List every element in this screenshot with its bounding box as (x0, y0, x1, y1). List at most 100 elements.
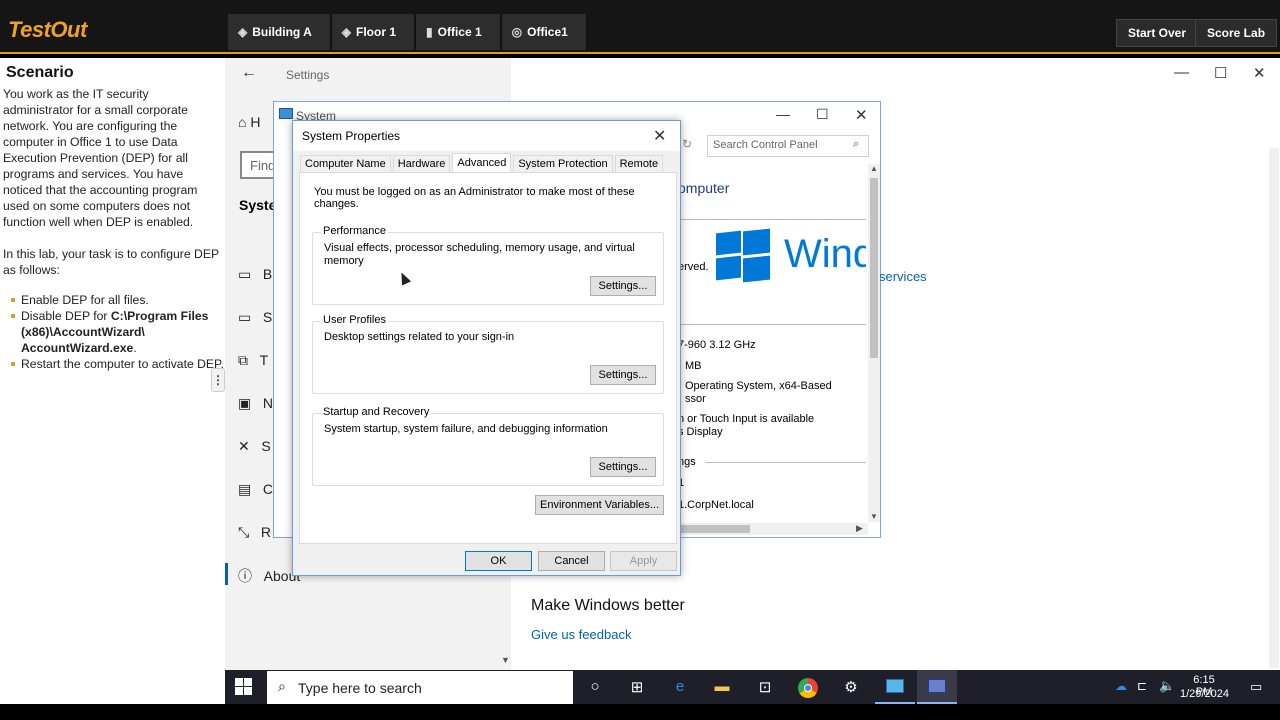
network-icon[interactable]: ⊏ (1137, 679, 1147, 693)
tab-system-protection[interactable]: System Protection (513, 155, 613, 173)
task-view-icon[interactable]: ⊞ (626, 678, 648, 698)
startup-recovery-label: Startup and Recovery (321, 406, 432, 418)
active-indicator (225, 563, 228, 585)
scenario-heading: Scenario (6, 64, 74, 81)
vertical-scrollbar[interactable]: ▲ ▼ (868, 164, 880, 522)
computer-icon: ◎ (511, 25, 523, 39)
system-heading: Syste (239, 197, 277, 213)
scroll-right-icon[interactable]: ▶ (856, 523, 863, 534)
crumb-floor[interactable]: ◈ Floor 1 (331, 14, 417, 50)
system-type-value: Operating System, x64-Based (685, 380, 832, 392)
task-list: Enable DEP for all files. Disable DEP fo… (3, 292, 225, 372)
store-icon[interactable]: ⊡ (754, 678, 776, 698)
crumb-computer[interactable]: ◎ Office1 (501, 14, 588, 50)
clipboard-icon: ▤ (238, 481, 252, 497)
info-icon: ⓘ (238, 568, 252, 584)
start-icon[interactable] (235, 678, 253, 696)
scroll-thumb[interactable] (678, 525, 750, 533)
system-control-panel-taskbar-button[interactable] (875, 670, 915, 704)
edge-icon[interactable]: e (669, 678, 691, 698)
task-item: Restart the computer to activate DEP. (11, 356, 225, 372)
score-lab-button[interactable]: Score Lab (1195, 19, 1278, 47)
dialog-tabs: Computer Name Hardware Advanced System P… (300, 153, 665, 173)
panel-resize-handle[interactable]: ⋮ (211, 368, 225, 392)
search-icon: ⌕ (853, 138, 860, 150)
startup-recovery-settings-button[interactable]: Settings... (590, 457, 656, 477)
ok-button[interactable]: OK (465, 551, 532, 571)
scroll-down-icon[interactable]: ▼ (501, 655, 510, 665)
home-icon[interactable]: ⌂ H (238, 114, 260, 130)
settings-title: Settings (286, 68, 330, 82)
scroll-thumb[interactable] (870, 178, 878, 358)
admin-notice: You must be logged on as an Administrato… (314, 186, 635, 210)
pen-touch-value: n or Touch Input is available (678, 413, 815, 425)
settings-gear-icon[interactable]: ⚙ (840, 678, 862, 698)
processor-value: 7-960 3.12 GHz (678, 339, 756, 351)
tab-hardware[interactable]: Hardware (392, 155, 451, 173)
scroll-up-icon[interactable]: ▲ (870, 164, 878, 173)
cortana-icon[interactable]: ○ (584, 678, 606, 698)
sidebar-item-display[interactable]: ▭ B (238, 266, 272, 283)
share-icon: ✕ (238, 438, 250, 454)
system-type-value-2: ssor (685, 393, 706, 405)
make-windows-better-heading: Make Windows better (531, 597, 685, 614)
back-arrow-icon[interactable]: ← (241, 64, 257, 82)
close-icon[interactable]: ✕ (855, 106, 868, 124)
door-icon: ▮ (426, 25, 433, 39)
crumb-office[interactable]: ▮ Office 1 (416, 14, 502, 50)
sidebar-item-notifications[interactable]: ▣ N (238, 395, 273, 412)
scroll-down-icon[interactable]: ▼ (870, 512, 878, 521)
notification-icon[interactable]: ▭ (1250, 679, 1262, 695)
search-control-panel-input[interactable]: Search Control Panel (707, 135, 869, 157)
close-icon[interactable]: ✕ (653, 126, 666, 146)
maximize-icon[interactable]: ☐ (1214, 64, 1227, 82)
scenario-intro: You work as the IT security administrato… (3, 87, 198, 229)
support-services-link[interactable]: services (879, 269, 927, 284)
startup-recovery-description: System startup, system failure, and debu… (324, 423, 608, 435)
minimize-icon[interactable]: — (1174, 64, 1189, 81)
user-profiles-settings-button[interactable]: Settings... (590, 365, 656, 385)
taskbar-search-input[interactable]: Type here to search (267, 671, 573, 704)
chrome-icon[interactable] (798, 678, 818, 698)
crumb-building[interactable]: ◈ Building A (228, 14, 332, 50)
breadcrumb: ◈ Building A ◈ Floor 1 ▮ Office 1 ◎ Office1 (228, 14, 588, 50)
scrollbar[interactable] (1269, 148, 1279, 668)
volume-icon[interactable]: 🔈 (1159, 678, 1175, 694)
sidebar-item-tablet[interactable]: ⧉ T (238, 352, 268, 369)
environment-variables-button[interactable]: Environment Variables... (535, 495, 664, 515)
performance-group: Performance Visual effects, processor sc… (312, 225, 664, 305)
dialog-title: System Properties (302, 129, 401, 143)
performance-settings-button[interactable]: Settings... (590, 276, 656, 296)
tab-advanced[interactable]: Advanced (452, 153, 512, 173)
minimize-icon[interactable]: — (776, 106, 790, 122)
search-icon: ⌕ (278, 678, 286, 694)
divider (678, 219, 866, 220)
apply-button[interactable]: Apply (610, 551, 677, 571)
projector-icon: ▣ (238, 395, 252, 411)
system-icon (279, 108, 293, 119)
sidebar-item-shared[interactable]: ✕ S (238, 438, 271, 455)
performance-description: Visual effects, processor scheduling, me… (324, 242, 635, 267)
tab-computer-name[interactable]: Computer Name (300, 155, 391, 173)
sidebar-item-remote[interactable]: ⤡ R (238, 524, 271, 541)
system-properties-taskbar-button[interactable] (917, 670, 957, 704)
cancel-button[interactable]: Cancel (538, 551, 605, 571)
performance-label: Performance (321, 225, 388, 237)
refresh-icon[interactable]: ↻ (682, 137, 692, 151)
start-over-button[interactable]: Start Over (1116, 19, 1199, 47)
view-computer-heading: omputer (678, 180, 730, 196)
sidebar-item-clipboard[interactable]: ▤ C (238, 481, 273, 498)
scenario-panel: Scenario You work as the IT security adm… (0, 58, 225, 704)
tab-remote[interactable]: Remote (614, 155, 664, 173)
sidebar-item-about[interactable]: ⓘ About (238, 566, 300, 586)
feedback-link[interactable]: Give us feedback (531, 627, 631, 642)
horizontal-scrollbar[interactable]: ▶ (678, 523, 868, 535)
close-icon[interactable]: ✕ (1253, 64, 1266, 82)
file-explorer-icon[interactable]: ▬ (711, 678, 733, 698)
advanced-tab-page: You must be logged on as an Administrato… (299, 172, 677, 544)
clock-date[interactable]: 1/29/2024 (1180, 688, 1229, 700)
onedrive-icon[interactable]: ☁ (1115, 679, 1127, 693)
maximize-icon[interactable]: ☐ (816, 106, 829, 123)
memory-value: MB (685, 360, 702, 372)
sidebar-item-sound[interactable]: ▭ S (238, 309, 272, 326)
